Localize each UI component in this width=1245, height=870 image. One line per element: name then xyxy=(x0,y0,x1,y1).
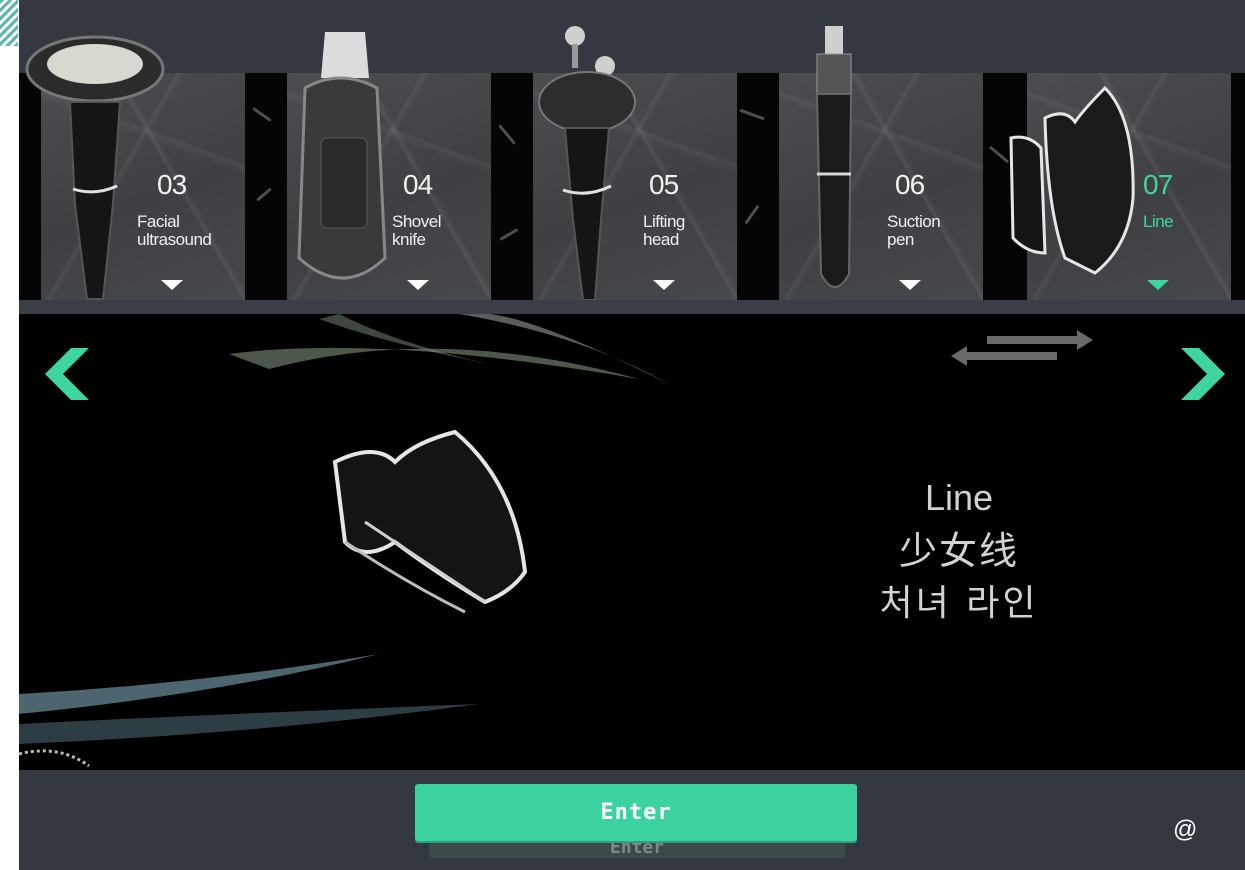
handle-name-english: Line xyxy=(924,477,994,518)
shovel-knife-handle-icon xyxy=(297,32,387,280)
handle-label: Lifting head xyxy=(643,212,685,249)
strip-divider xyxy=(19,300,1245,314)
facial-ultrasound-handle-icon xyxy=(25,35,165,300)
lifting-head-handle-icon xyxy=(538,26,636,301)
dropdown-arrow-icon[interactable] xyxy=(899,280,921,290)
double-arrow-icon[interactable] xyxy=(947,326,1097,370)
preview-display: Line 少女线 처녀 라인 xyxy=(19,314,1245,770)
line-handle-icon xyxy=(1009,85,1135,275)
app-frame: 03 Facial ultrasound 04 Shovel knife 05 … xyxy=(19,0,1245,870)
bottom-bar: Enter Enter @ xyxy=(19,770,1245,870)
dropdown-arrow-icon[interactable] xyxy=(1147,280,1169,290)
selected-handle-info: Line 少女线 처녀 라인 xyxy=(849,472,1069,630)
dropdown-arrow-icon[interactable] xyxy=(407,280,429,290)
handle-number: 06 xyxy=(895,169,925,200)
handle-number: 05 xyxy=(649,169,679,200)
dropdown-arrow-icon[interactable] xyxy=(653,280,675,290)
handle-name-korean: 처녀 라인 xyxy=(879,583,1039,624)
suction-pen-handle-icon xyxy=(815,26,853,288)
handle-label: Suction pen xyxy=(887,212,941,249)
corner-stripe-mark xyxy=(0,0,18,46)
handle-name-chinese: 少女线 xyxy=(898,529,1019,573)
at-icon[interactable]: @ xyxy=(1173,816,1197,844)
chevron-left-icon[interactable] xyxy=(41,346,95,402)
line-handle-preview-image xyxy=(332,429,528,614)
handle-number: 04 xyxy=(403,169,433,200)
handle-number: 07 xyxy=(1143,169,1173,200)
enter-button[interactable]: Enter xyxy=(415,784,857,841)
chevron-right-icon[interactable] xyxy=(1175,346,1229,402)
handle-label: Shovel knife xyxy=(392,212,441,249)
handle-label: Line xyxy=(1143,212,1174,231)
